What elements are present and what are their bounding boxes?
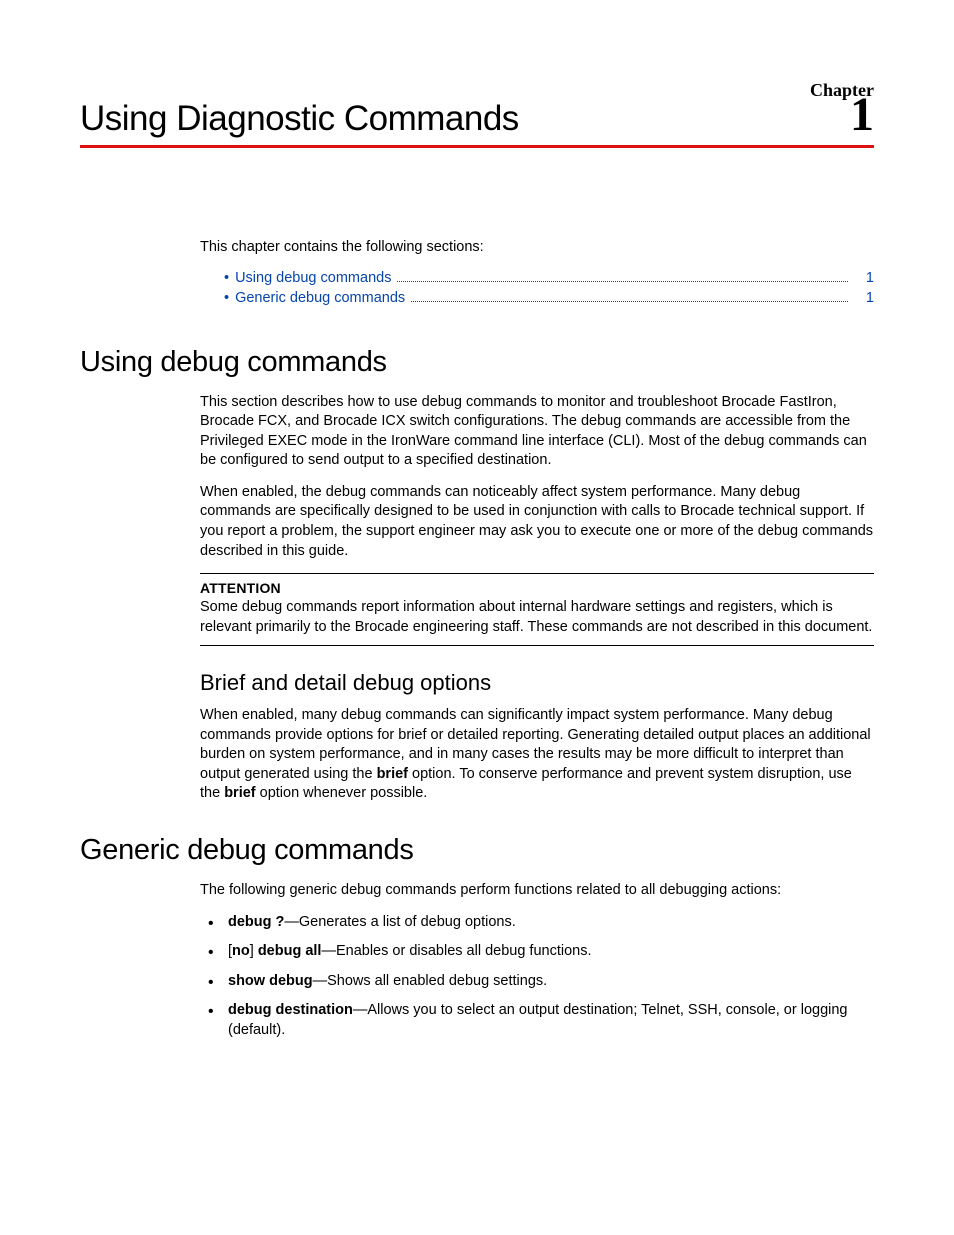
list-item: debug destination—Allows you to select a… [200,1001,874,1040]
toc-link-using-debug[interactable]: Using debug commands [235,270,391,286]
bullet-icon: • [224,270,229,286]
toc: • Using debug commands 1 • Generic debug… [200,270,874,306]
cmd-name: debug all [258,943,322,959]
chapter-number: 1 [850,91,874,139]
cmd-desc: —Generates a list of debug options. [284,914,515,930]
attention-box: ATTENTION Some debug commands report inf… [200,573,874,646]
toc-link-generic-debug[interactable]: Generic debug commands [235,290,405,306]
para: This section describes how to use debug … [200,393,874,471]
subsection-heading-brief-detail: Brief and detail debug options [200,670,874,696]
toc-page: 1 [854,290,874,306]
cmd-desc: —Shows all enabled debug settings. [313,973,548,989]
intro-lead: This chapter contains the following sect… [200,238,874,258]
intro-block: This chapter contains the following sect… [200,238,874,306]
para: When enabled, the debug commands can not… [200,483,874,561]
chapter-title: Using Diagnostic Commands [80,99,519,139]
bold-no: no [232,943,250,959]
para: When enabled, many debug commands can si… [200,706,874,804]
cmd-name: debug destination [228,1002,353,1018]
cmd-name: show debug [228,973,313,989]
para: The following generic debug commands per… [200,881,874,901]
attention-heading: ATTENTION [200,580,874,596]
section1-body: This section describes how to use debug … [200,393,874,804]
toc-row: • Using debug commands 1 [224,270,874,286]
section-heading-generic-debug: Generic debug commands [80,834,874,867]
page: Chapter Using Diagnostic Commands 1 This… [0,0,954,1090]
list-item: debug ?—Generates a list of debug option… [200,913,874,933]
bold-brief: brief [377,766,408,782]
attention-body: Some debug commands report information a… [200,598,874,637]
command-list: debug ?—Generates a list of debug option… [200,913,874,1041]
text: option whenever possible. [256,785,428,801]
cmd-desc: —Enables or disables all debug functions… [321,943,591,959]
bold-brief: brief [224,785,255,801]
title-row: Using Diagnostic Commands 1 [80,91,874,148]
toc-leader-dots [411,301,848,302]
section-heading-using-debug: Using debug commands [80,346,874,379]
list-item: [no] debug all—Enables or disables all d… [200,942,874,962]
list-item: show debug—Shows all enabled debug setti… [200,972,874,992]
toc-page: 1 [854,270,874,286]
bullet-icon: • [224,290,229,306]
toc-row: • Generic debug commands 1 [224,290,874,306]
toc-leader-dots [397,281,848,282]
section2-body: The following generic debug commands per… [200,881,874,1040]
cmd-name: debug ? [228,914,284,930]
text: ] [250,943,258,959]
